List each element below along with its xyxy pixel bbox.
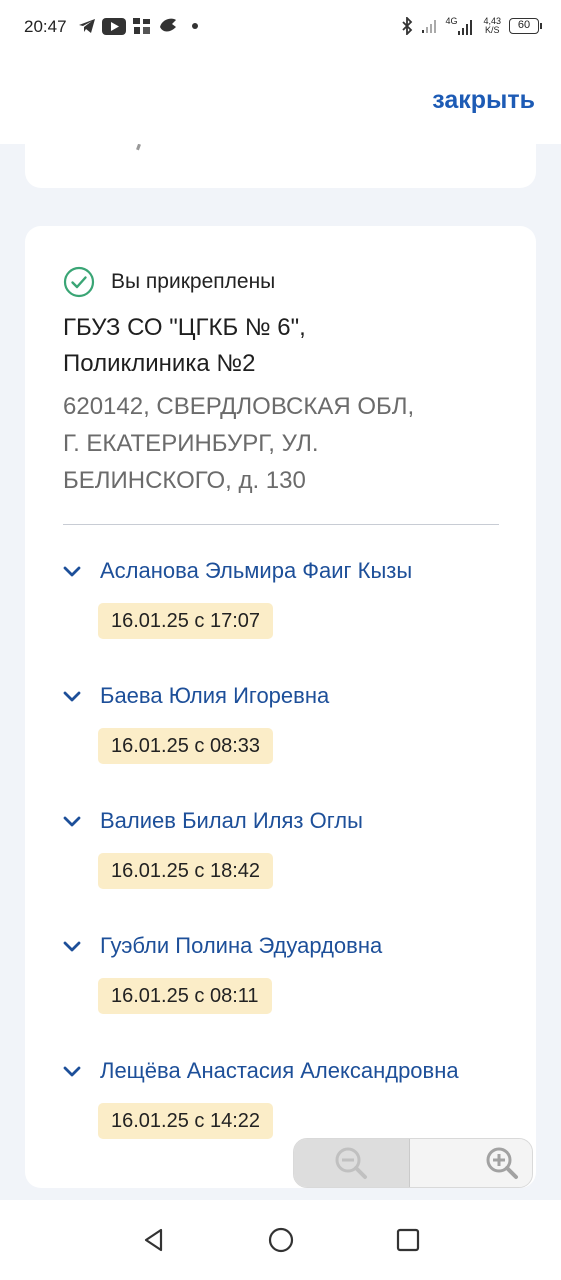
attached-label: Вы прикреплены bbox=[111, 270, 276, 293]
attach-date-badge: 16.01.25 с 17:07 bbox=[98, 603, 274, 639]
network-speed-unit: K/S bbox=[484, 25, 500, 35]
chevron-down-icon bbox=[63, 941, 81, 952]
chevron-down-icon bbox=[63, 816, 81, 827]
nav-recents-button[interactable] bbox=[388, 1220, 428, 1260]
card-fragment-mark bbox=[136, 144, 141, 151]
telegram-icon bbox=[79, 19, 95, 33]
divider bbox=[63, 524, 499, 525]
attach-date-badge: 16.01.25 с 08:11 bbox=[98, 978, 272, 1014]
clinic-address-line: БЕЛИНСКОГО, д. 130 bbox=[63, 467, 306, 494]
clinic-name-line: ГБУЗ СО "ЦГКБ № 6", bbox=[63, 314, 306, 341]
chevron-down-icon bbox=[63, 691, 81, 702]
network-type-label: 4G bbox=[445, 16, 458, 26]
zoom-out-button[interactable] bbox=[294, 1139, 410, 1187]
clinic-name-line: Поликлиника №2 bbox=[63, 350, 256, 377]
network-speed: 4,43 K/S bbox=[483, 17, 501, 35]
bluetooth-icon bbox=[402, 17, 413, 35]
clinic-name: ГБУЗ СО "ЦГКБ № 6", Поликлиника №2 bbox=[63, 310, 503, 382]
person-name[interactable]: Гуэбли Полина Эдуардовна bbox=[100, 931, 382, 961]
zoom-control bbox=[293, 1138, 533, 1188]
attach-date-badge: 16.01.25 с 18:42 bbox=[98, 853, 274, 889]
person-name[interactable]: Асланова Эльмира Фаиг Кызы bbox=[100, 556, 412, 586]
person-expander[interactable]: Гуэбли Полина Эдуардовна bbox=[59, 931, 519, 961]
person-expander[interactable]: Валиев Билал Иляз Оглы bbox=[59, 806, 519, 836]
system-icons: 4G 4,43 K/S 60 bbox=[401, 16, 542, 36]
content-area[interactable]: Вы прикреплены ГБУЗ СО "ЦГКБ № 6", Полик… bbox=[0, 144, 561, 1200]
signal-icon-1 bbox=[422, 20, 437, 33]
system-nav-bar bbox=[0, 1200, 561, 1280]
list-item: Асланова Эльмира Фаиг Кызы 16.01.25 с 17… bbox=[59, 556, 519, 681]
clinic-address-line: Г. ЕКАТЕРИНБУРГ, УЛ. bbox=[63, 430, 319, 457]
close-button[interactable]: закрыть bbox=[432, 86, 535, 115]
list-item: Валиев Билал Иляз Оглы 16.01.25 с 18:42 bbox=[59, 806, 519, 931]
status-time: 20:47 bbox=[24, 17, 67, 36]
bird-app-icon bbox=[160, 18, 176, 32]
chevron-down-icon bbox=[63, 1066, 81, 1077]
zoom-in-button[interactable] bbox=[409, 1139, 532, 1187]
person-name[interactable]: Валиев Билал Иляз Оглы bbox=[100, 806, 363, 836]
person-name[interactable]: Баева Юлия Игоревна bbox=[100, 681, 329, 711]
back-triangle-icon bbox=[144, 1228, 162, 1252]
person-expander[interactable]: Баева Юлия Игоревна bbox=[59, 681, 519, 711]
attached-status: Вы прикреплены bbox=[63, 266, 275, 298]
attach-date-badge: 16.01.25 с 14:22 bbox=[98, 1103, 274, 1139]
more-notifications-dot bbox=[192, 23, 198, 29]
nav-home-button[interactable] bbox=[261, 1220, 301, 1260]
list-item: Баева Юлия Игоревна 16.01.25 с 08:33 bbox=[59, 681, 519, 806]
attached-people-list: Асланова Эльмира Фаиг Кызы 16.01.25 с 17… bbox=[59, 556, 519, 1181]
nav-back-button[interactable] bbox=[134, 1220, 174, 1260]
person-expander[interactable]: Лещёва Анастасия Александровна bbox=[59, 1056, 519, 1086]
signal-4g-icon: 4G bbox=[445, 16, 475, 36]
zoom-out-icon bbox=[335, 1147, 368, 1179]
chevron-down-icon bbox=[63, 566, 81, 577]
notification-icons bbox=[78, 17, 198, 35]
clinic-address: 620142, СВЕРДЛОВСКАЯ ОБЛ, Г. ЕКАТЕРИНБУР… bbox=[63, 388, 513, 499]
clinic-address-line: 620142, СВЕРДЛОВСКАЯ ОБЛ, bbox=[63, 393, 415, 420]
recents-square-icon bbox=[396, 1228, 419, 1252]
home-circle-icon bbox=[268, 1227, 293, 1253]
attach-date-badge: 16.01.25 с 08:33 bbox=[98, 728, 274, 764]
battery-icon: 60 bbox=[509, 18, 542, 34]
list-item: Гуэбли Полина Эдуардовна 16.01.25 с 08:1… bbox=[59, 931, 519, 1056]
youtube-icon bbox=[102, 17, 126, 35]
person-name[interactable]: Лещёва Анастасия Александровна bbox=[100, 1056, 459, 1086]
status-bar: 20:47 4G 4,43 K/S 60 bbox=[0, 0, 561, 56]
attachment-card: Вы прикреплены ГБУЗ СО "ЦГКБ № 6", Полик… bbox=[25, 226, 536, 1188]
zoom-in-icon bbox=[486, 1147, 518, 1179]
top-header: закрыть bbox=[0, 56, 561, 144]
game-app-icon bbox=[133, 18, 150, 34]
check-circle-icon bbox=[63, 266, 95, 298]
person-expander[interactable]: Асланова Эльмира Фаиг Кызы bbox=[59, 556, 519, 586]
previous-card bbox=[25, 144, 536, 188]
